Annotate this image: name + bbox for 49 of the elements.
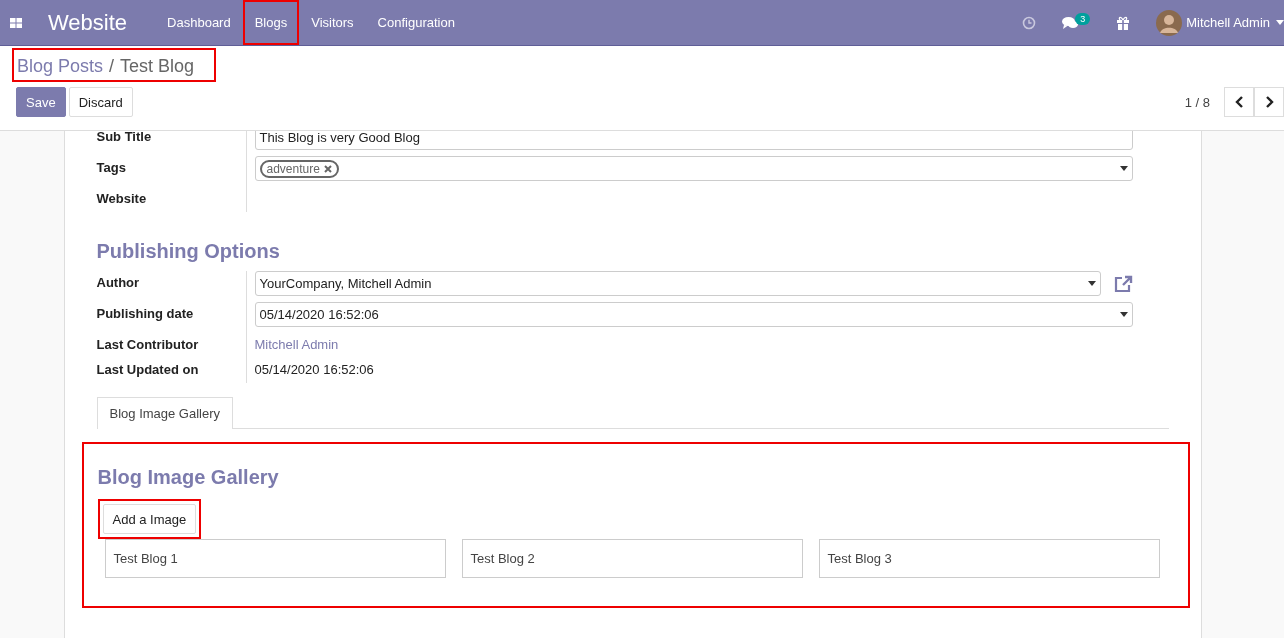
section-title: Publishing Options bbox=[96, 240, 281, 263]
avatar-icon[interactable] bbox=[1156, 9, 1183, 36]
image-card[interactable]: Test Blog 1 bbox=[104, 539, 446, 578]
app-name: Website bbox=[48, 9, 128, 36]
chevron-left-icon bbox=[1234, 96, 1244, 108]
apps-grid-icon[interactable] bbox=[10, 17, 22, 28]
next-button[interactable] bbox=[1254, 87, 1284, 117]
save-button[interactable]: Save bbox=[16, 87, 66, 117]
clock-icon[interactable] bbox=[1022, 15, 1037, 30]
discard-button[interactable]: Discard bbox=[68, 87, 133, 117]
caret-icon[interactable] bbox=[1276, 20, 1284, 25]
external-link-icon[interactable] bbox=[1112, 274, 1133, 293]
field-value: 05/14/2020 16:52:06 bbox=[254, 361, 374, 377]
menu-item[interactable]: Blogs bbox=[242, 0, 300, 45]
field-label: Sub Title bbox=[96, 131, 247, 156]
menu-item[interactable]: Visitors bbox=[299, 0, 366, 45]
tag-chip: adventure bbox=[259, 159, 339, 178]
dropdown-caret-icon[interactable] bbox=[1087, 281, 1096, 286]
user-name[interactable]: Mitchell Admin bbox=[1186, 15, 1270, 30]
tags-field[interactable]: adventure bbox=[254, 156, 1133, 181]
field-label: Tags bbox=[96, 156, 247, 187]
field-label: Last Contributor bbox=[96, 333, 247, 358]
image-card[interactable]: Test Blog 2 bbox=[461, 539, 803, 578]
menu-item[interactable]: Dashboard bbox=[155, 0, 243, 45]
select-field[interactable]: 05/14/2020 16:52:06 bbox=[254, 302, 1133, 327]
field-label: Website bbox=[96, 187, 247, 212]
remove-tag-icon[interactable] bbox=[323, 164, 332, 173]
chevron-right-icon bbox=[1264, 96, 1274, 108]
breadcrumb-separator: / bbox=[109, 56, 115, 77]
breadcrumb-current: Test Blog bbox=[120, 56, 195, 77]
select-field[interactable]: YourCompany, Mitchell Admin bbox=[254, 271, 1101, 296]
field-label: Author bbox=[96, 271, 247, 302]
dropdown-caret-icon[interactable] bbox=[1119, 312, 1128, 317]
breadcrumb-link[interactable]: Blog Posts bbox=[17, 56, 104, 77]
field-label: Publishing date bbox=[96, 302, 247, 333]
pager-counter: 1 / 8 bbox=[1184, 94, 1210, 110]
menu-item[interactable]: Configuration bbox=[365, 0, 467, 45]
dropdown-caret-icon[interactable] bbox=[1119, 166, 1128, 171]
image-card[interactable]: Test Blog 3 bbox=[818, 539, 1160, 578]
gift-icon[interactable] bbox=[1116, 15, 1131, 30]
field-label: Last Updated on bbox=[96, 358, 247, 383]
section-title: Blog Image Gallery bbox=[97, 466, 280, 489]
chat-bubbles-icon[interactable] bbox=[1062, 15, 1080, 30]
subtitle-field[interactable]: This Blog is very Good Blog bbox=[254, 131, 1133, 150]
tab[interactable]: Blog Image Gallery bbox=[96, 397, 234, 429]
contributor-link[interactable]: Mitchell Admin bbox=[254, 333, 339, 352]
message-count-badge: 3 bbox=[1075, 12, 1091, 25]
add-image-button[interactable]: Add a Image bbox=[102, 504, 197, 534]
previous-button[interactable] bbox=[1224, 87, 1254, 117]
